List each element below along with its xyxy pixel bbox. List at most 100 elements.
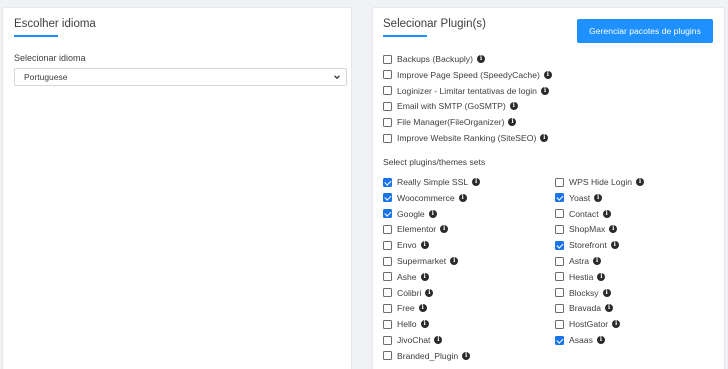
- info-icon[interactable]: i: [612, 320, 621, 329]
- checkbox[interactable]: [555, 256, 564, 266]
- info-icon[interactable]: i: [610, 241, 619, 250]
- checkbox-row-woocommerce[interactable]: Woocommerce i: [383, 192, 467, 204]
- checkbox-row-envo[interactable]: Envo i: [383, 239, 429, 251]
- checkbox[interactable]: [383, 117, 392, 127]
- info-icon[interactable]: i: [425, 288, 434, 297]
- checkbox-row-branded-plugin[interactable]: Branded_Plugin i: [383, 350, 471, 362]
- checkbox-label: Loginizer - Limitar tentativas de login: [397, 85, 537, 96]
- checkbox[interactable]: [383, 54, 392, 64]
- info-icon[interactable]: i: [602, 209, 611, 218]
- checkbox[interactable]: [383, 101, 392, 111]
- checkbox[interactable]: [383, 193, 392, 203]
- info-icon[interactable]: i: [508, 118, 517, 127]
- checkbox-row-file-manager-fileorganizer[interactable]: File Manager(FileOrganizer) i: [383, 116, 517, 128]
- checkbox[interactable]: [383, 351, 392, 361]
- info-icon[interactable]: i: [540, 86, 549, 95]
- manage-plugin-sets-button[interactable]: Gerenciar pacotes de plugins: [577, 19, 713, 43]
- checkbox-row-hestia[interactable]: Hestia i: [555, 271, 606, 283]
- checkbox-row-yoast[interactable]: Yoast i: [555, 192, 603, 204]
- checkbox[interactable]: [383, 319, 392, 329]
- checkbox[interactable]: [383, 240, 392, 250]
- checkbox[interactable]: [555, 335, 564, 345]
- checkbox[interactable]: [555, 240, 564, 250]
- info-icon[interactable]: i: [596, 336, 605, 344]
- checkbox[interactable]: [383, 133, 392, 143]
- checkbox[interactable]: [555, 193, 564, 203]
- info-icon[interactable]: i: [450, 257, 459, 265]
- checkbox[interactable]: [383, 335, 392, 345]
- info-icon[interactable]: i: [609, 225, 618, 234]
- checkbox-row-astra[interactable]: Astra i: [555, 255, 602, 267]
- info-icon[interactable]: i: [593, 257, 602, 265]
- checkbox[interactable]: [555, 209, 564, 219]
- checkbox-row-improve-website-ranking-siteseo[interactable]: Improve Website Ranking (SiteSEO) i: [383, 132, 549, 144]
- language-panel: Escolher idioma Selecionar idioma Portug…: [2, 7, 352, 369]
- info-icon[interactable]: i: [420, 272, 429, 281]
- checkbox-row-really-simple-ssl[interactable]: Really Simple SSL i: [383, 176, 481, 188]
- checkbox[interactable]: [383, 303, 392, 313]
- info-icon[interactable]: i: [509, 102, 518, 111]
- info-icon[interactable]: i: [462, 351, 471, 360]
- info-icon[interactable]: i: [543, 70, 552, 79]
- checkbox-row-bravada[interactable]: Bravada i: [555, 302, 614, 314]
- checkbox-row-shopmax[interactable]: ShopMax i: [555, 223, 618, 235]
- language-select[interactable]: Portuguese: [14, 68, 347, 86]
- checkbox-row-jivochat[interactable]: JivoChat i: [383, 334, 443, 346]
- info-icon[interactable]: i: [434, 336, 443, 344]
- checkbox-row-storefront[interactable]: Storefront i: [555, 239, 619, 251]
- info-icon[interactable]: i: [472, 178, 481, 186]
- checkbox-row-contact[interactable]: Contact i: [555, 208, 611, 220]
- checkbox[interactable]: [383, 272, 392, 282]
- checkbox[interactable]: [383, 86, 392, 96]
- checkbox-label: Woocommerce: [397, 192, 455, 203]
- checkbox[interactable]: [555, 319, 564, 329]
- checkbox-label: Email with SMTP (GoSMTP): [397, 101, 506, 112]
- checkbox-row-elementor[interactable]: Elementor i: [383, 223, 449, 235]
- checkbox[interactable]: [383, 256, 392, 266]
- checkbox-row-hostgator[interactable]: HostGator i: [555, 318, 621, 330]
- checkbox-label: Hello: [397, 319, 417, 330]
- info-icon[interactable]: i: [418, 304, 427, 313]
- info-icon[interactable]: i: [420, 320, 429, 329]
- checkbox-row-loginizer-limitar-tentativas-de-login[interactable]: Loginizer - Limitar tentativas de login i: [383, 85, 549, 97]
- info-icon[interactable]: i: [540, 134, 549, 142]
- checkbox[interactable]: [555, 224, 564, 234]
- checkbox[interactable]: [555, 288, 564, 298]
- plugin-panel: Selecionar Plugin(s) Gerenciar pacotes d…: [372, 7, 725, 369]
- checkbox-row-asaas[interactable]: Asaas i: [555, 334, 605, 346]
- checkbox-row-blocksy[interactable]: Blocksy i: [555, 287, 611, 299]
- checkbox-row-google[interactable]: Google i: [383, 208, 437, 220]
- checkbox-label: WPS Hide Login: [569, 177, 633, 187]
- info-icon[interactable]: i: [602, 288, 611, 297]
- checkbox[interactable]: [383, 224, 392, 234]
- checkbox[interactable]: [383, 70, 392, 80]
- info-icon[interactable]: i: [594, 193, 603, 202]
- checkbox-label: Improve Page Speed (SpeedyCache): [397, 69, 540, 80]
- checkbox-label: Envo: [397, 240, 417, 251]
- checkbox-row-backups-backuply[interactable]: Backups (Backuply) i: [383, 53, 485, 65]
- checkbox-label: Branded_Plugin: [397, 350, 459, 361]
- info-icon[interactable]: i: [597, 272, 606, 281]
- checkbox[interactable]: [555, 303, 564, 313]
- checkbox[interactable]: [555, 177, 564, 187]
- info-icon[interactable]: i: [636, 178, 645, 186]
- info-icon[interactable]: i: [440, 225, 449, 234]
- checkbox[interactable]: [383, 288, 392, 298]
- checkbox-row-supermarket[interactable]: Supermarket i: [383, 255, 459, 267]
- checkbox-row-improve-page-speed-speedycache[interactable]: Improve Page Speed (SpeedyCache) i: [383, 69, 552, 81]
- checkbox-row-ashe[interactable]: Ashe i: [383, 271, 429, 283]
- checkbox[interactable]: [383, 209, 392, 219]
- info-icon[interactable]: i: [476, 55, 485, 63]
- info-icon[interactable]: i: [605, 304, 614, 313]
- info-icon[interactable]: i: [458, 193, 467, 202]
- checkbox-row-colibri[interactable]: Colibri i: [383, 287, 434, 299]
- checkbox-row-hello[interactable]: Hello i: [383, 318, 429, 330]
- checkbox[interactable]: [383, 177, 392, 187]
- info-icon[interactable]: i: [428, 209, 437, 218]
- checkbox-row-wps-hide-login[interactable]: WPS Hide Login i: [555, 176, 645, 188]
- info-icon[interactable]: i: [420, 241, 429, 250]
- checkbox-label: Yoast: [569, 192, 591, 203]
- checkbox-row-email-with-smtp-gosmtp[interactable]: Email with SMTP (GoSMTP) i: [383, 100, 518, 112]
- checkbox[interactable]: [555, 272, 564, 282]
- checkbox-row-free[interactable]: Free i: [383, 302, 427, 314]
